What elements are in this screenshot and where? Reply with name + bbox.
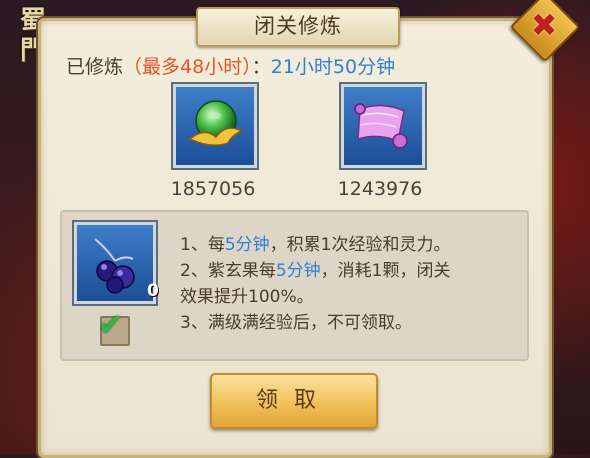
rule-line-3: 效果提升100%。 [180,282,314,307]
rule-line-2: 2、紫玄果每5分钟，消耗1颗，闭关 [180,256,450,281]
rule-1-b: 5分钟 [224,235,270,255]
cultivation-status: 已修炼（最多48小时）：21小时50分钟 [66,52,395,79]
rule-4-a: 3、满级满经验后，不可领取。 [180,313,412,333]
rule-1-a: 1、每 [180,235,225,255]
reward-slot-exp[interactable] [173,84,257,168]
purple-scroll-icon [354,103,408,149]
rule-3-a: 效果提升100%。 [180,287,314,307]
reward-exp-value: 1857056 [170,178,256,200]
dialog-title: 闭关修炼 [196,7,400,47]
fruit-item-slot[interactable]: 0 [74,222,159,304]
status-time: 21小时50分钟 [270,56,396,78]
fruit-count: 0 [147,281,159,301]
reward-slot-spirit[interactable] [341,84,425,168]
rule-line-1: 1、每5分钟，积累1次经验和灵力。 [180,230,450,255]
close-icon[interactable]: ✖ [527,8,561,42]
rule-line-4: 3、满级满经验后，不可领取。 [180,308,412,333]
rule-1-c: ，积累1次经验和灵力。 [269,235,451,255]
status-separator: ： [251,56,271,78]
status-prefix: 已修炼 [66,56,124,78]
reward-spirit-value: 1243976 [337,178,423,200]
claim-button[interactable]: 领取 [210,373,378,429]
status-limit: （最多48小时） [123,56,252,78]
rule-2-c: ，消耗1颗，闭关 [320,261,451,281]
rules-panel: 0 ✔ 1、每5分钟，积累1次经验和灵力。 2、紫玄果每5分钟，消耗1颗，闭关 … [60,210,529,361]
rule-2-b: 5分钟 [275,261,321,281]
green-jade-orb-icon [188,100,244,146]
purple-fruit-icon [94,238,135,294]
checkmark-icon: ✔ [98,308,124,343]
rule-2-a: 2、紫玄果每 [180,261,276,281]
